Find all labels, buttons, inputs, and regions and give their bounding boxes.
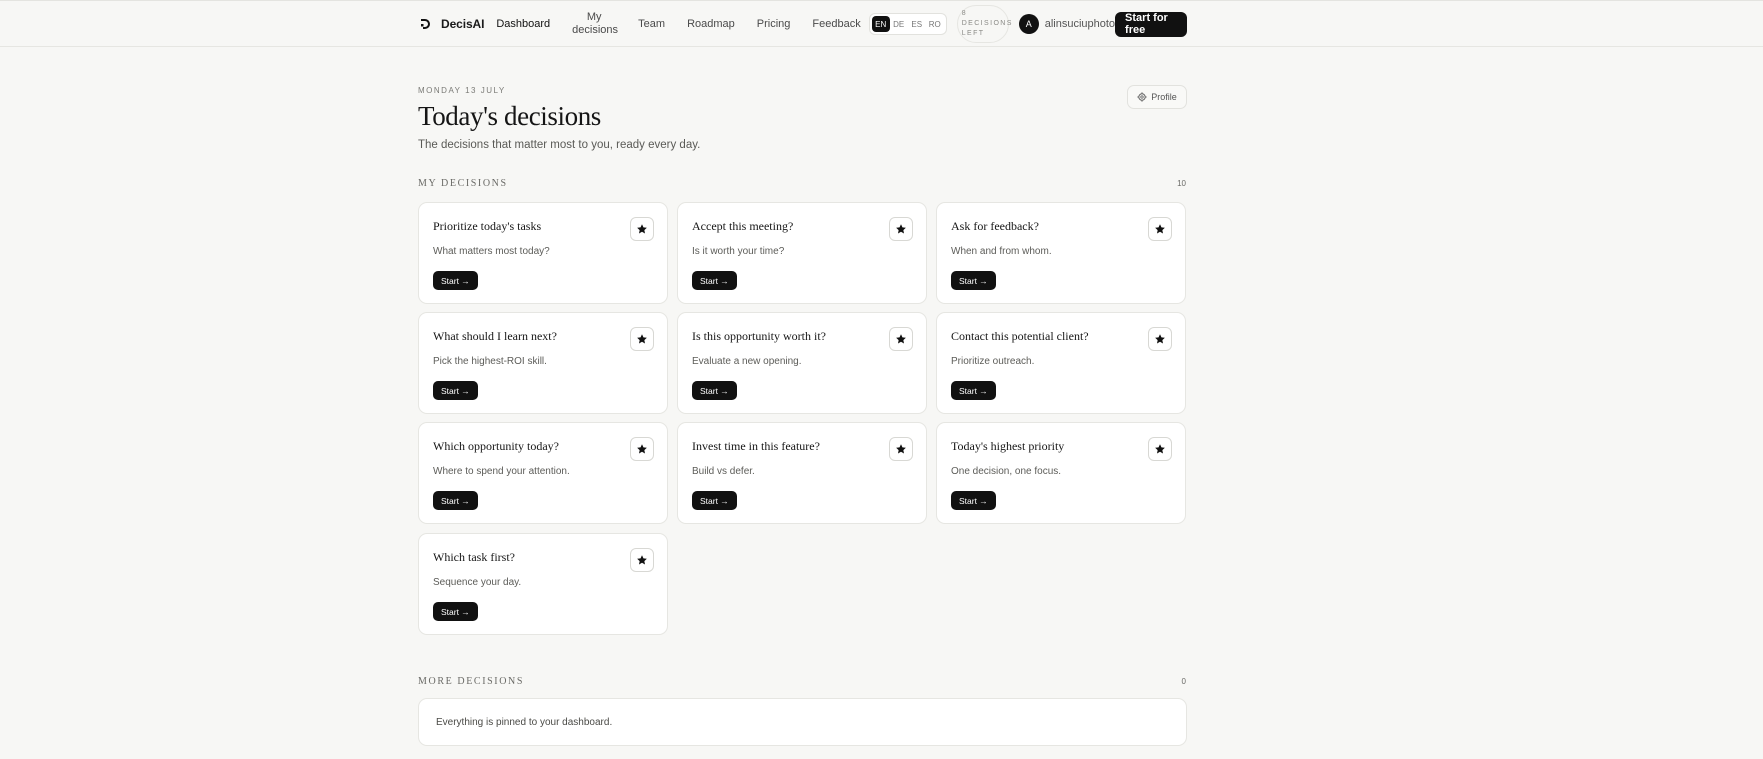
star-icon (637, 444, 647, 454)
start-button[interactable]: Start → (433, 491, 478, 510)
nav-link-team[interactable]: Team (638, 18, 665, 31)
decision-card-title: Which task first? (433, 550, 515, 564)
star-icon (1155, 224, 1165, 234)
pin-star-button[interactable] (1148, 327, 1172, 351)
pin-star-button[interactable] (1148, 437, 1172, 461)
star-icon (896, 444, 906, 454)
decision-card-subtitle: Prioritize outreach. (951, 356, 1035, 367)
star-icon (1155, 334, 1165, 344)
language-option-es[interactable]: ES (908, 16, 926, 32)
decision-card[interactable]: Prioritize today's tasks What matters mos… (418, 202, 668, 304)
username: alinsuciuphoto (1044, 18, 1116, 30)
logo-mark-icon (421, 19, 430, 29)
decision-card-subtitle: Sequence your day. (433, 577, 522, 588)
decision-card-title: Which opportunity today? (433, 439, 559, 453)
decision-card-subtitle: Pick the highest-ROI skill. (433, 356, 547, 367)
decision-card-title: Today's highest priority (951, 439, 1065, 453)
nav-link-feedback[interactable]: Feedback (812, 18, 860, 31)
pin-star-button[interactable] (630, 548, 654, 572)
nav-link-roadmap[interactable]: Roadmap (687, 18, 735, 31)
current-date: MONDAY 13 JULY (418, 86, 506, 95)
decision-card[interactable]: Is this opportunity worth it? Evaluate a … (677, 312, 927, 414)
start-button[interactable]: Start → (951, 271, 996, 290)
decision-card-subtitle: When and from whom. (951, 246, 1052, 257)
decision-card-subtitle: Is it worth your time? (692, 246, 785, 257)
language-option-ro[interactable]: RO (926, 16, 944, 32)
decision-card-subtitle: Build vs defer. (692, 466, 755, 477)
decision-card[interactable]: Invest time in this feature? Build vs def… (677, 422, 927, 524)
decision-card-title: Invest time in this feature? (692, 439, 820, 453)
decision-card-subtitle: Where to spend your attention. (433, 466, 570, 477)
pin-star-button[interactable] (889, 437, 913, 461)
language-option-en[interactable]: EN (871, 16, 890, 32)
decision-card-subtitle: What matters most today? (433, 246, 550, 257)
star-icon (637, 334, 647, 344)
decisions-left-label-line-1: DECISIONS (961, 20, 1013, 27)
decision-card-title: Contact this potential client? (951, 329, 1089, 343)
star-icon (896, 334, 906, 344)
pin-star-button[interactable] (889, 327, 913, 351)
decisions-left-count: 8 (961, 10, 967, 17)
start-button[interactable]: Start → (692, 271, 737, 290)
nav-link-dashboard[interactable]: Dashboard (496, 18, 550, 31)
start-button[interactable]: Start → (433, 602, 478, 621)
pin-star-button[interactable] (630, 437, 654, 461)
decision-card-subtitle: One decision, one focus. (951, 466, 1062, 477)
brand-name: DecisAI (441, 17, 485, 31)
star-icon (637, 224, 647, 234)
decisions-left-label-line-2: LEFT (961, 30, 985, 37)
decision-card[interactable]: Today's highest priority One decision, on… (936, 422, 1186, 524)
start-button[interactable]: Start → (433, 271, 478, 290)
decision-card-title: Prioritize today's tasks (433, 219, 542, 233)
empty-state-text: Everything is pinned to your dashboard. (436, 717, 613, 728)
decision-card[interactable]: Which task first? Sequence your day. Start… (418, 533, 668, 635)
star-icon (1155, 444, 1165, 454)
profile-button[interactable]: Profile (1127, 85, 1187, 109)
pin-star-button[interactable] (889, 217, 913, 241)
user-menu[interactable]: A alinsuciuphoto (1018, 14, 1116, 34)
start-button[interactable]: Start → (433, 381, 478, 400)
more-decisions-heading: MORE DECISIONS (418, 676, 525, 687)
start-for-free-button[interactable]: Start for free (1115, 11, 1187, 37)
language-switcher: EN DE ES RO (868, 13, 947, 35)
decision-card-title: Accept this meeting? (692, 219, 794, 233)
page-subtitle: The decisions that matter most to you, r… (418, 139, 701, 151)
more-decisions-empty-state: Everything is pinned to your dashboard. (418, 698, 1187, 746)
star-icon (637, 555, 647, 565)
decision-card[interactable]: Ask for feedback? When and from whom. Star… (936, 202, 1186, 304)
gear-icon (1137, 92, 1147, 102)
decision-card[interactable]: Contact this potential client? Prioritize… (936, 312, 1186, 414)
start-button[interactable]: Start → (951, 381, 996, 400)
start-button[interactable]: Start → (951, 491, 996, 510)
start-button[interactable]: Start → (692, 381, 737, 400)
language-option-de[interactable]: DE (890, 16, 908, 32)
decision-card-title: What should I learn next? (433, 329, 557, 343)
decision-card[interactable]: Which opportunity today? Where to spend y… (418, 422, 668, 524)
pin-star-button[interactable] (1148, 217, 1172, 241)
decisions-left-badge: 8 DECISIONS LEFT (956, 5, 1013, 43)
more-decisions-count: 0 (1181, 677, 1186, 686)
nav-link-my-decisions[interactable]: My decisions (572, 11, 618, 37)
page-title: Today's decisions (418, 101, 601, 131)
nav-inner: DecisAI Dashboard My decisions Team Road… (418, 1, 1187, 47)
decision-card[interactable]: What should I learn next? Pick the highes… (418, 312, 668, 414)
decision-card-title: Is this opportunity worth it? (692, 329, 826, 343)
start-button[interactable]: Start → (692, 491, 737, 510)
top-navigation-bar: DecisAI Dashboard My decisions Team Road… (0, 0, 1763, 47)
avatar: A (1018, 14, 1039, 34)
decision-card[interactable]: Accept this meeting? Is it worth your tim… (677, 202, 927, 304)
star-icon (896, 224, 906, 234)
decision-card-title: Ask for feedback? (951, 219, 1039, 233)
nav-link-pricing[interactable]: Pricing (757, 18, 791, 31)
brand-logo[interactable]: DecisAI (418, 17, 484, 31)
my-decisions-heading: MY DECISIONS (418, 178, 508, 189)
my-decisions-count: 10 (1177, 179, 1186, 188)
profile-button-label: Profile (1151, 92, 1177, 102)
decision-card-subtitle: Evaluate a new opening. (692, 356, 802, 367)
pin-star-button[interactable] (630, 217, 654, 241)
pin-star-button[interactable] (630, 327, 654, 351)
